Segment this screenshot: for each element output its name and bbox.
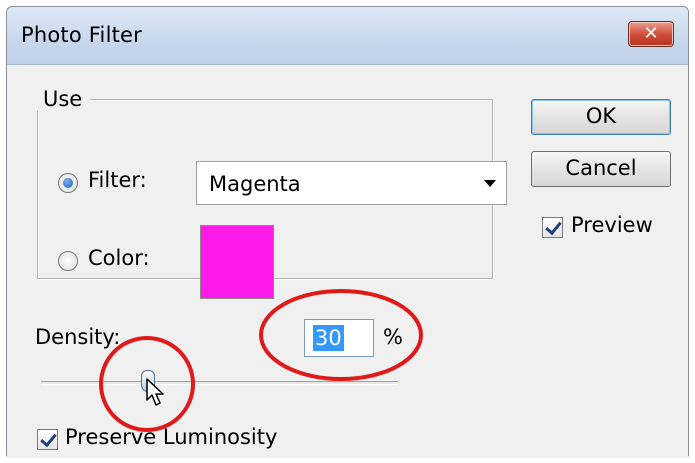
filter-select-value: Magenta	[209, 172, 301, 196]
preserve-luminosity-label: Preserve Luminosity	[65, 425, 278, 449]
dialog-title: Photo Filter	[21, 23, 142, 47]
density-input[interactable]: 30	[304, 319, 374, 357]
dialog-body: Filter: Magenta Color: Use OK Cancel Pre…	[7, 65, 688, 458]
close-button[interactable]: ✕	[628, 21, 674, 47]
filter-radio[interactable]	[58, 173, 78, 193]
density-slider-track[interactable]	[41, 381, 398, 385]
density-label: Density:	[35, 325, 121, 349]
photo-filter-dialog: Photo Filter ✕ Filter: Magenta Color: Us…	[6, 6, 689, 458]
use-group: Filter: Magenta Color:	[37, 99, 507, 299]
preview-label: Preview	[571, 213, 653, 237]
chevron-down-icon	[484, 180, 496, 187]
color-label: Color:	[88, 246, 150, 270]
cancel-button[interactable]: Cancel	[531, 151, 671, 187]
density-value: 30	[313, 325, 344, 351]
color-swatch[interactable]	[200, 225, 274, 299]
close-icon: ✕	[643, 23, 659, 44]
mouse-pointer-icon	[146, 378, 164, 406]
ok-button[interactable]: OK	[531, 99, 671, 135]
preserve-luminosity-checkbox[interactable]	[37, 429, 58, 450]
filter-label: Filter:	[88, 168, 147, 192]
color-radio[interactable]	[58, 251, 78, 271]
use-legend: Use	[35, 87, 91, 111]
preview-checkbox[interactable]	[542, 217, 563, 238]
density-unit: %	[383, 325, 403, 349]
title-bar[interactable]: Photo Filter ✕	[7, 7, 688, 65]
filter-select[interactable]: Magenta	[196, 161, 507, 205]
